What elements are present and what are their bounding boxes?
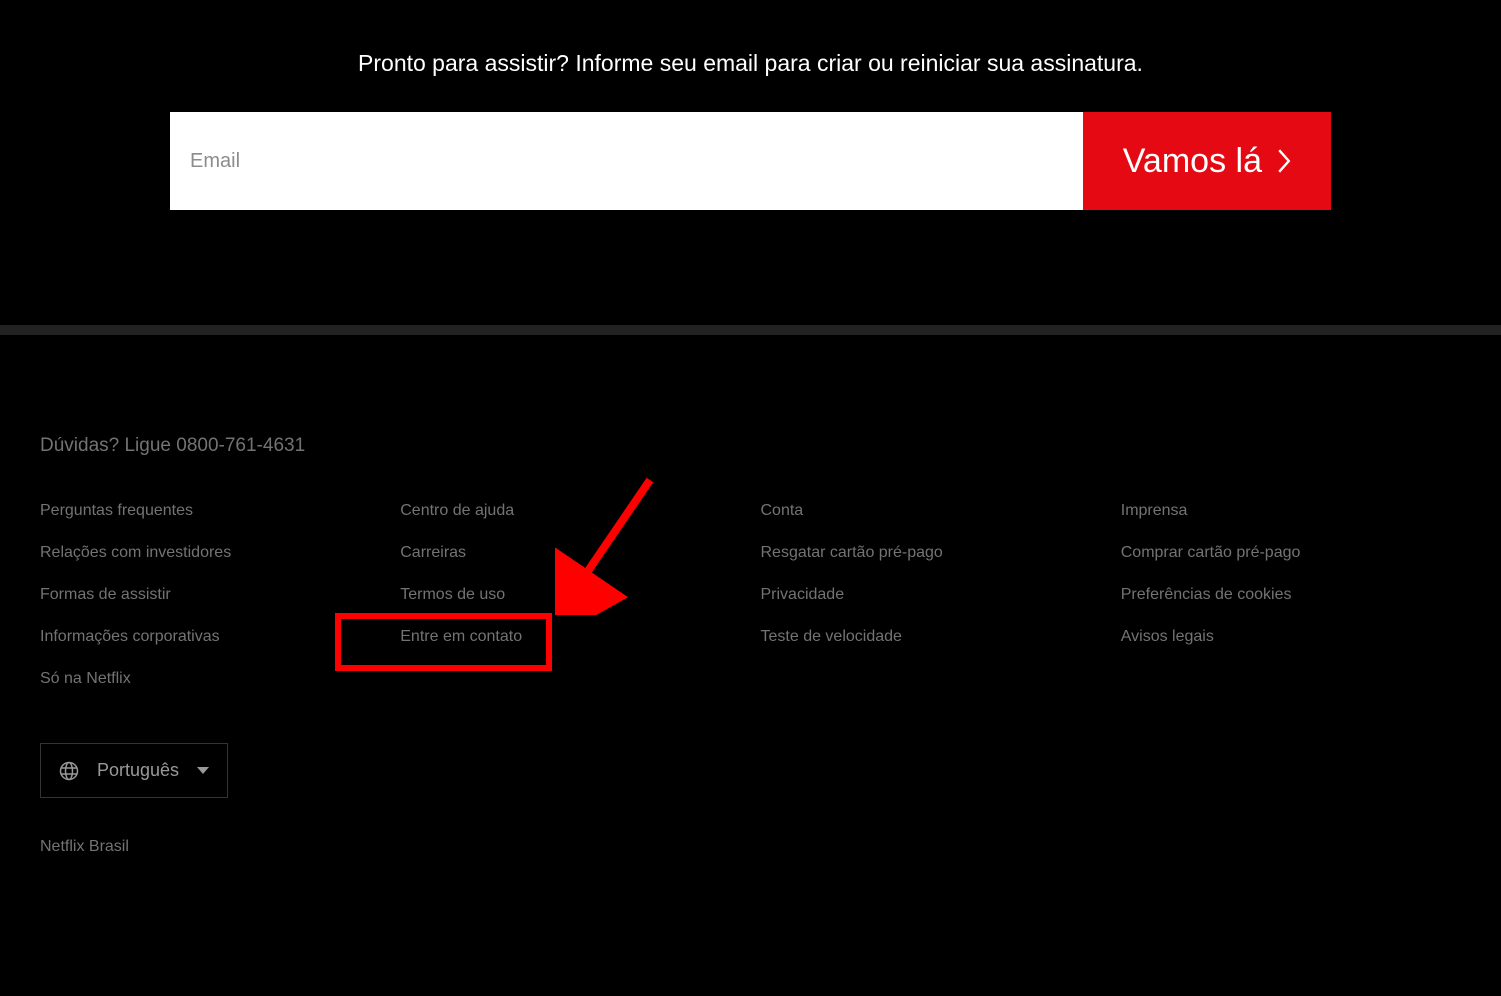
footer-link-only-on-netflix[interactable]: Só na Netflix (40, 670, 131, 688)
footer-link-redeem-gift[interactable]: Resgatar cartão pré-pago (761, 544, 943, 562)
footer: Dúvidas? Ligue 0800-761-4631 Perguntas f… (0, 335, 1501, 856)
footer-link-buy-gift[interactable]: Comprar cartão pré-pago (1121, 544, 1301, 562)
footer-brand-text: Netflix Brasil (40, 838, 1461, 856)
get-started-label: Vamos lá (1123, 142, 1262, 181)
footer-link-faq[interactable]: Perguntas frequentes (40, 502, 193, 520)
cta-headline: Pronto para assistir? Informe seu email … (0, 50, 1501, 77)
footer-link-careers[interactable]: Carreiras (400, 544, 466, 562)
footer-link-privacy[interactable]: Privacidade (761, 586, 845, 604)
footer-link-help-center[interactable]: Centro de ajuda (400, 502, 514, 520)
footer-link-contact-us[interactable]: Entre em contato (400, 628, 522, 646)
footer-link-cookie-prefs[interactable]: Preferências de cookies (1121, 586, 1292, 604)
footer-link-speed-test[interactable]: Teste de velocidade (761, 628, 902, 646)
chevron-right-icon (1277, 149, 1291, 173)
hero-section: Pronto para assistir? Informe seu email … (0, 0, 1501, 210)
footer-link-legal-notices[interactable]: Avisos legais (1121, 628, 1214, 646)
footer-link-press[interactable]: Imprensa (1121, 502, 1188, 520)
footer-links-grid: Perguntas frequentes Centro de ajuda Con… (40, 502, 1461, 688)
globe-icon (59, 761, 79, 781)
footer-link-corporate-info[interactable]: Informações corporativas (40, 628, 220, 646)
footer-link-investor-relations[interactable]: Relações com investidores (40, 544, 231, 562)
language-label: Português (97, 760, 179, 781)
email-field[interactable] (170, 112, 1083, 210)
footer-link-account[interactable]: Conta (761, 502, 804, 520)
footer-contact-text[interactable]: Dúvidas? Ligue 0800-761-4631 (40, 435, 1461, 457)
signup-form: Vamos lá (0, 112, 1501, 210)
get-started-button[interactable]: Vamos lá (1083, 112, 1331, 210)
language-selector[interactable]: Português (40, 743, 228, 798)
footer-link-terms[interactable]: Termos de uso (400, 586, 505, 604)
footer-link-ways-to-watch[interactable]: Formas de assistir (40, 586, 171, 604)
dropdown-arrow-icon (197, 767, 209, 774)
section-divider (0, 325, 1501, 335)
